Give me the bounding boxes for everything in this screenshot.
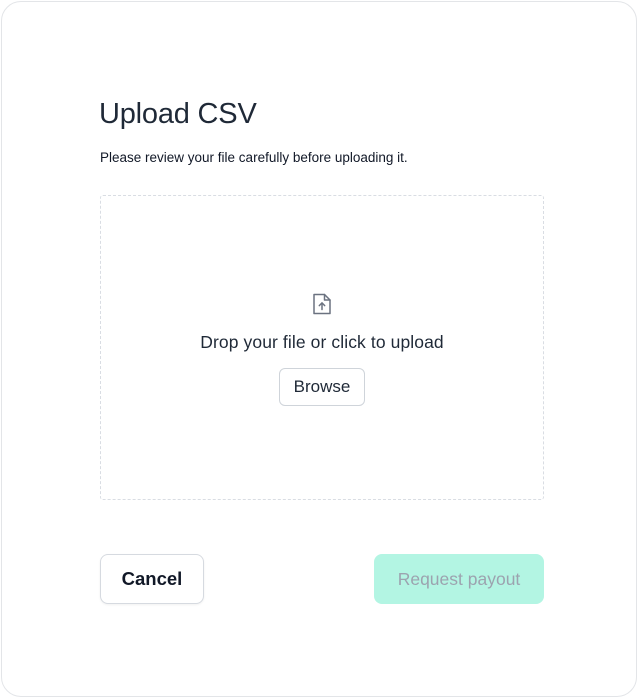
request-payout-button[interactable]: Request payout xyxy=(374,554,544,604)
browse-button[interactable]: Browse xyxy=(279,368,365,406)
file-dropzone[interactable]: Drop your file or click to upload Browse xyxy=(100,195,544,500)
dialog-subtitle: Please review your file carefully before… xyxy=(100,150,408,165)
upload-dialog: Upload CSV Please review your file caref… xyxy=(1,1,637,697)
file-upload-icon xyxy=(311,292,333,316)
dialog-title: Upload CSV xyxy=(99,98,257,130)
dropzone-prompt: Drop your file or click to upload xyxy=(200,332,444,352)
cancel-button[interactable]: Cancel xyxy=(100,554,204,604)
